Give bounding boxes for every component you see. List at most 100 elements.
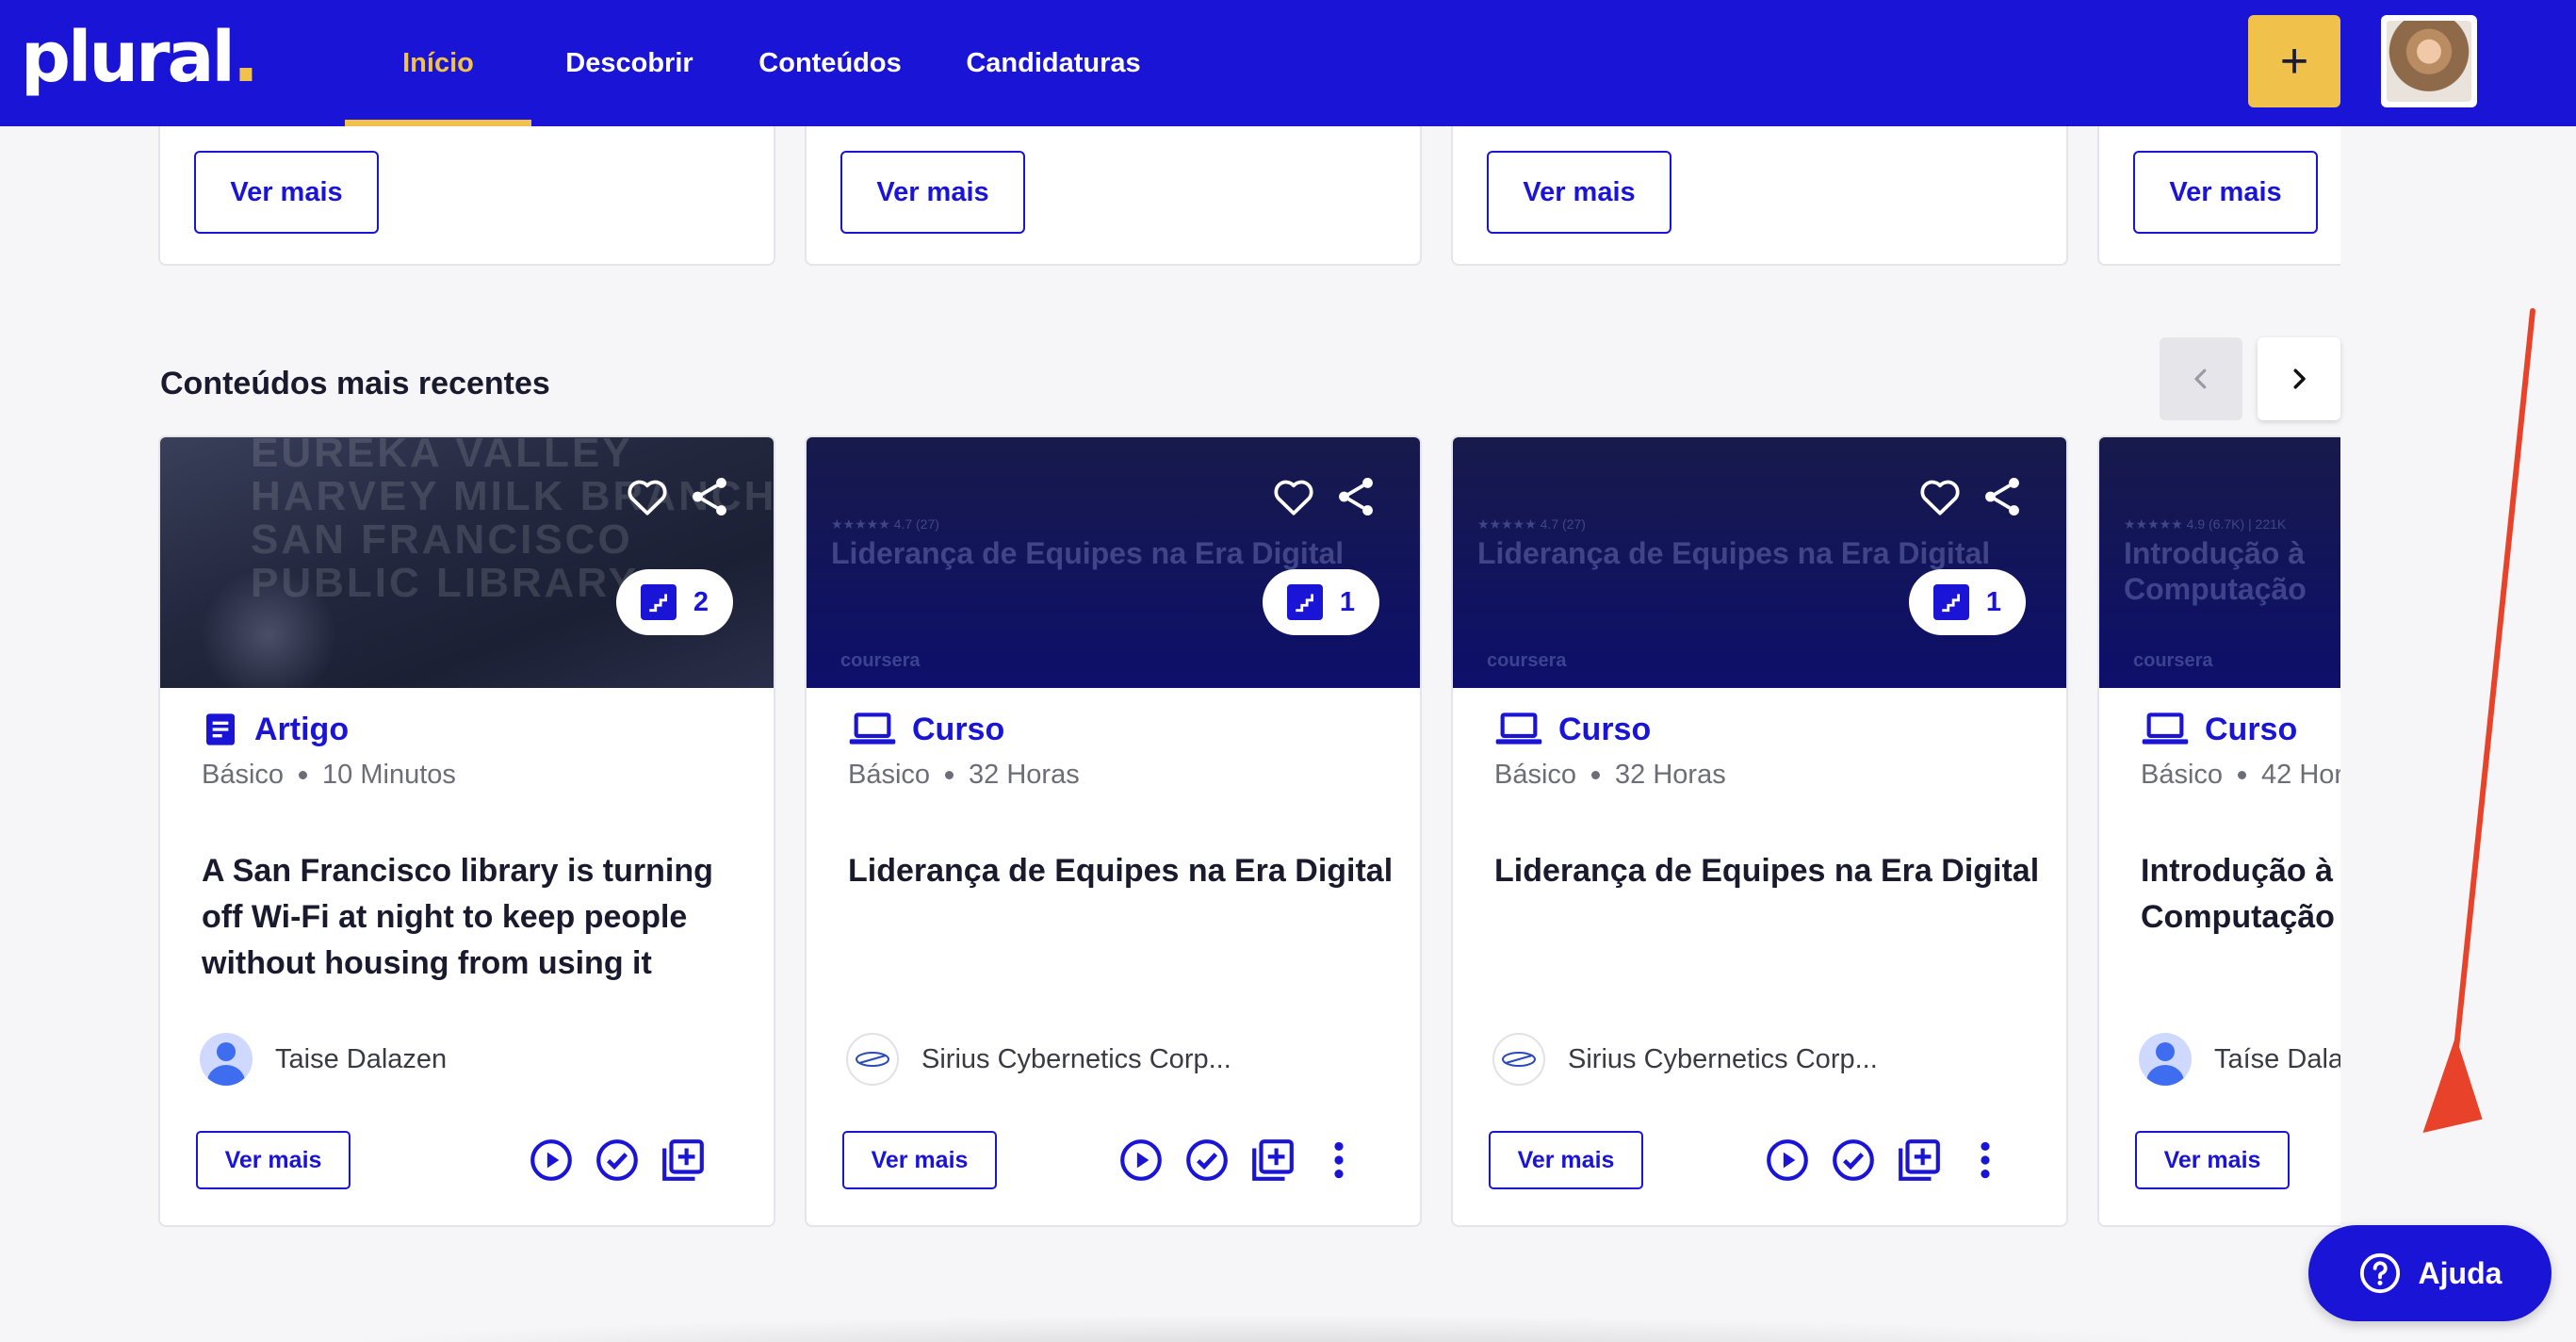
thumbnail-text: Liderança de Equipes na Era Digital — [1477, 536, 1991, 570]
stairs-icon — [1286, 584, 1323, 620]
card-title[interactable]: Liderança de Equipes na Era Digital — [1494, 848, 2041, 894]
duration-label: 10 Minutos — [322, 760, 456, 790]
steps-count: 1 — [1339, 586, 1356, 617]
plural-logo[interactable]: plural. — [21, 21, 259, 94]
thumbnail-text: Introdução à Computação — [2124, 536, 2307, 606]
more-vertical-icon[interactable] — [1315, 1137, 1362, 1184]
card-title[interactable]: Introdução à Computação — [2141, 848, 2340, 941]
company-logo-icon — [846, 1033, 899, 1086]
share-icon[interactable] — [686, 473, 733, 520]
add-to-list-icon[interactable] — [1896, 1137, 1943, 1184]
level-label: Básico — [202, 760, 285, 790]
thumbnail-text: Liderança de Equipes na Era Digital — [831, 536, 1345, 570]
create-button[interactable]: + — [2248, 15, 2340, 107]
nav-inicio[interactable]: Início — [345, 0, 531, 126]
check-circle-icon[interactable] — [1830, 1137, 1877, 1184]
heart-icon[interactable] — [624, 473, 671, 520]
section-title: Conteúdos mais recentes — [160, 366, 550, 401]
carousel-next-button[interactable] — [2258, 337, 2340, 420]
chevron-left-icon — [2194, 368, 2207, 389]
steps-badge: 2 — [616, 569, 733, 635]
card-thumbnail: ★★★★★ 4.7 (27) Liderança de Equipes na E… — [807, 437, 1420, 688]
author-name: Taíse Dalazen — [2214, 1043, 2340, 1074]
author-avatar-icon — [200, 1033, 253, 1086]
help-label: Ajuda — [2418, 1255, 2503, 1290]
stairs-icon — [640, 584, 677, 620]
share-icon[interactable] — [1979, 473, 2026, 520]
author: Sirius Cybernetics Corp... — [846, 1033, 1231, 1086]
author-name: Taise Dalazen — [275, 1043, 448, 1074]
ver-mais-button[interactable]: Ver mais — [194, 151, 379, 234]
content-type-label: Curso — [1558, 711, 1652, 747]
check-circle-icon[interactable] — [594, 1137, 641, 1184]
card-title[interactable]: Liderança de Equipes na Era Digital — [848, 848, 1394, 894]
laptop-icon — [849, 712, 896, 745]
top-card: Ver mais — [805, 104, 1422, 266]
card-thumbnail: ★★★★★ 4.9 (6.7K) | 221K Introdução à Com… — [2099, 437, 2340, 688]
steps-badge: 1 — [1909, 569, 2026, 635]
play-icon[interactable] — [528, 1137, 575, 1184]
laptop-icon — [1495, 712, 1542, 745]
add-to-list-icon[interactable] — [1249, 1137, 1296, 1184]
author: Taise Dalazen — [200, 1033, 447, 1086]
content-type-label: Curso — [2205, 711, 2298, 747]
top-card: Ver mais — [158, 104, 775, 266]
duration-label: 32 Horas — [969, 760, 1080, 790]
heart-icon[interactable] — [1916, 473, 1964, 520]
annotation-arrow-icon — [2422, 308, 2535, 1134]
heart-icon[interactable] — [1270, 473, 1317, 520]
level-label: Básico — [848, 760, 931, 790]
author-avatar-icon — [2139, 1033, 2192, 1086]
play-icon[interactable] — [1117, 1137, 1165, 1184]
ver-mais-button[interactable]: Ver mais — [2133, 151, 2318, 234]
ver-mais-button[interactable]: Ver mais — [1489, 1131, 1643, 1189]
author: Sirius Cybernetics Corp... — [1492, 1033, 1878, 1086]
user-avatar-button[interactable] — [2381, 15, 2477, 107]
add-to-list-icon[interactable] — [660, 1137, 707, 1184]
content-card[interactable]: ★★★★★ 4.9 (6.7K) | 221K Introdução à Com… — [2097, 435, 2340, 1227]
content-carousel: EUREKA VALLEY HARVEY MILK BRANCH SAN FRA… — [158, 435, 2340, 1229]
nav-conteudos[interactable]: Conteúdos — [746, 0, 914, 126]
duration-label: 42 Horas — [2261, 760, 2340, 790]
nav-descobrir[interactable]: Descobrir — [548, 0, 710, 126]
laptop-icon — [2142, 712, 2189, 745]
chevron-right-icon — [2293, 368, 2306, 389]
ver-mais-button[interactable]: Ver mais — [196, 1131, 351, 1189]
steps-badge: 1 — [1263, 569, 1379, 635]
content-type-label: Artigo — [254, 711, 350, 747]
stairs-icon — [1932, 584, 1969, 620]
author-name: Sirius Cybernetics Corp... — [921, 1043, 1231, 1074]
carousel-prev-button[interactable] — [2160, 337, 2242, 420]
duration-label: 32 Horas — [1615, 760, 1726, 790]
ver-mais-button[interactable]: Ver mais — [840, 151, 1025, 234]
steps-count: 2 — [693, 586, 709, 617]
author-name: Sirius Cybernetics Corp... — [1568, 1043, 1878, 1074]
avatar — [2387, 21, 2471, 102]
more-vertical-icon[interactable] — [1962, 1137, 2009, 1184]
plus-icon: + — [2279, 34, 2309, 89]
nav-candidaturas[interactable]: Candidaturas — [955, 0, 1151, 126]
steps-count: 1 — [1985, 586, 2002, 617]
question-circle-icon — [2359, 1252, 2400, 1294]
ver-mais-button[interactable]: Ver mais — [842, 1131, 997, 1189]
card-thumbnail: EUREKA VALLEY HARVEY MILK BRANCH SAN FRA… — [160, 437, 774, 688]
company-logo-icon — [1492, 1033, 1545, 1086]
content-card[interactable]: EUREKA VALLEY HARVEY MILK BRANCH SAN FRA… — [158, 435, 775, 1227]
article-icon — [206, 713, 235, 745]
card-thumbnail: ★★★★★ 4.7 (27) Liderança de Equipes na E… — [1453, 437, 2066, 688]
share-icon[interactable] — [1332, 473, 1379, 520]
top-card: Ver mais — [1451, 104, 2068, 266]
content-type-label: Curso — [912, 711, 1005, 747]
card-title[interactable]: A San Francisco library is turning off W… — [202, 848, 748, 987]
content-card[interactable]: ★★★★★ 4.7 (27) Liderança de Equipes na E… — [805, 435, 1422, 1227]
help-button[interactable]: Ajuda — [2308, 1225, 2552, 1321]
author: Taíse Dalazen — [2139, 1033, 2340, 1086]
ver-mais-button[interactable]: Ver mais — [2135, 1131, 2290, 1189]
ver-mais-button[interactable]: Ver mais — [1487, 151, 1671, 234]
play-icon[interactable] — [1764, 1137, 1811, 1184]
check-circle-icon[interactable] — [1183, 1137, 1231, 1184]
top-card: Ver mais — [2097, 104, 2340, 266]
content-card[interactable]: ★★★★★ 4.7 (27) Liderança de Equipes na E… — [1451, 435, 2068, 1227]
top-navigation-bar: plural. Início Descobrir Conteúdos Candi… — [0, 0, 2576, 126]
level-label: Básico — [1494, 760, 1577, 790]
